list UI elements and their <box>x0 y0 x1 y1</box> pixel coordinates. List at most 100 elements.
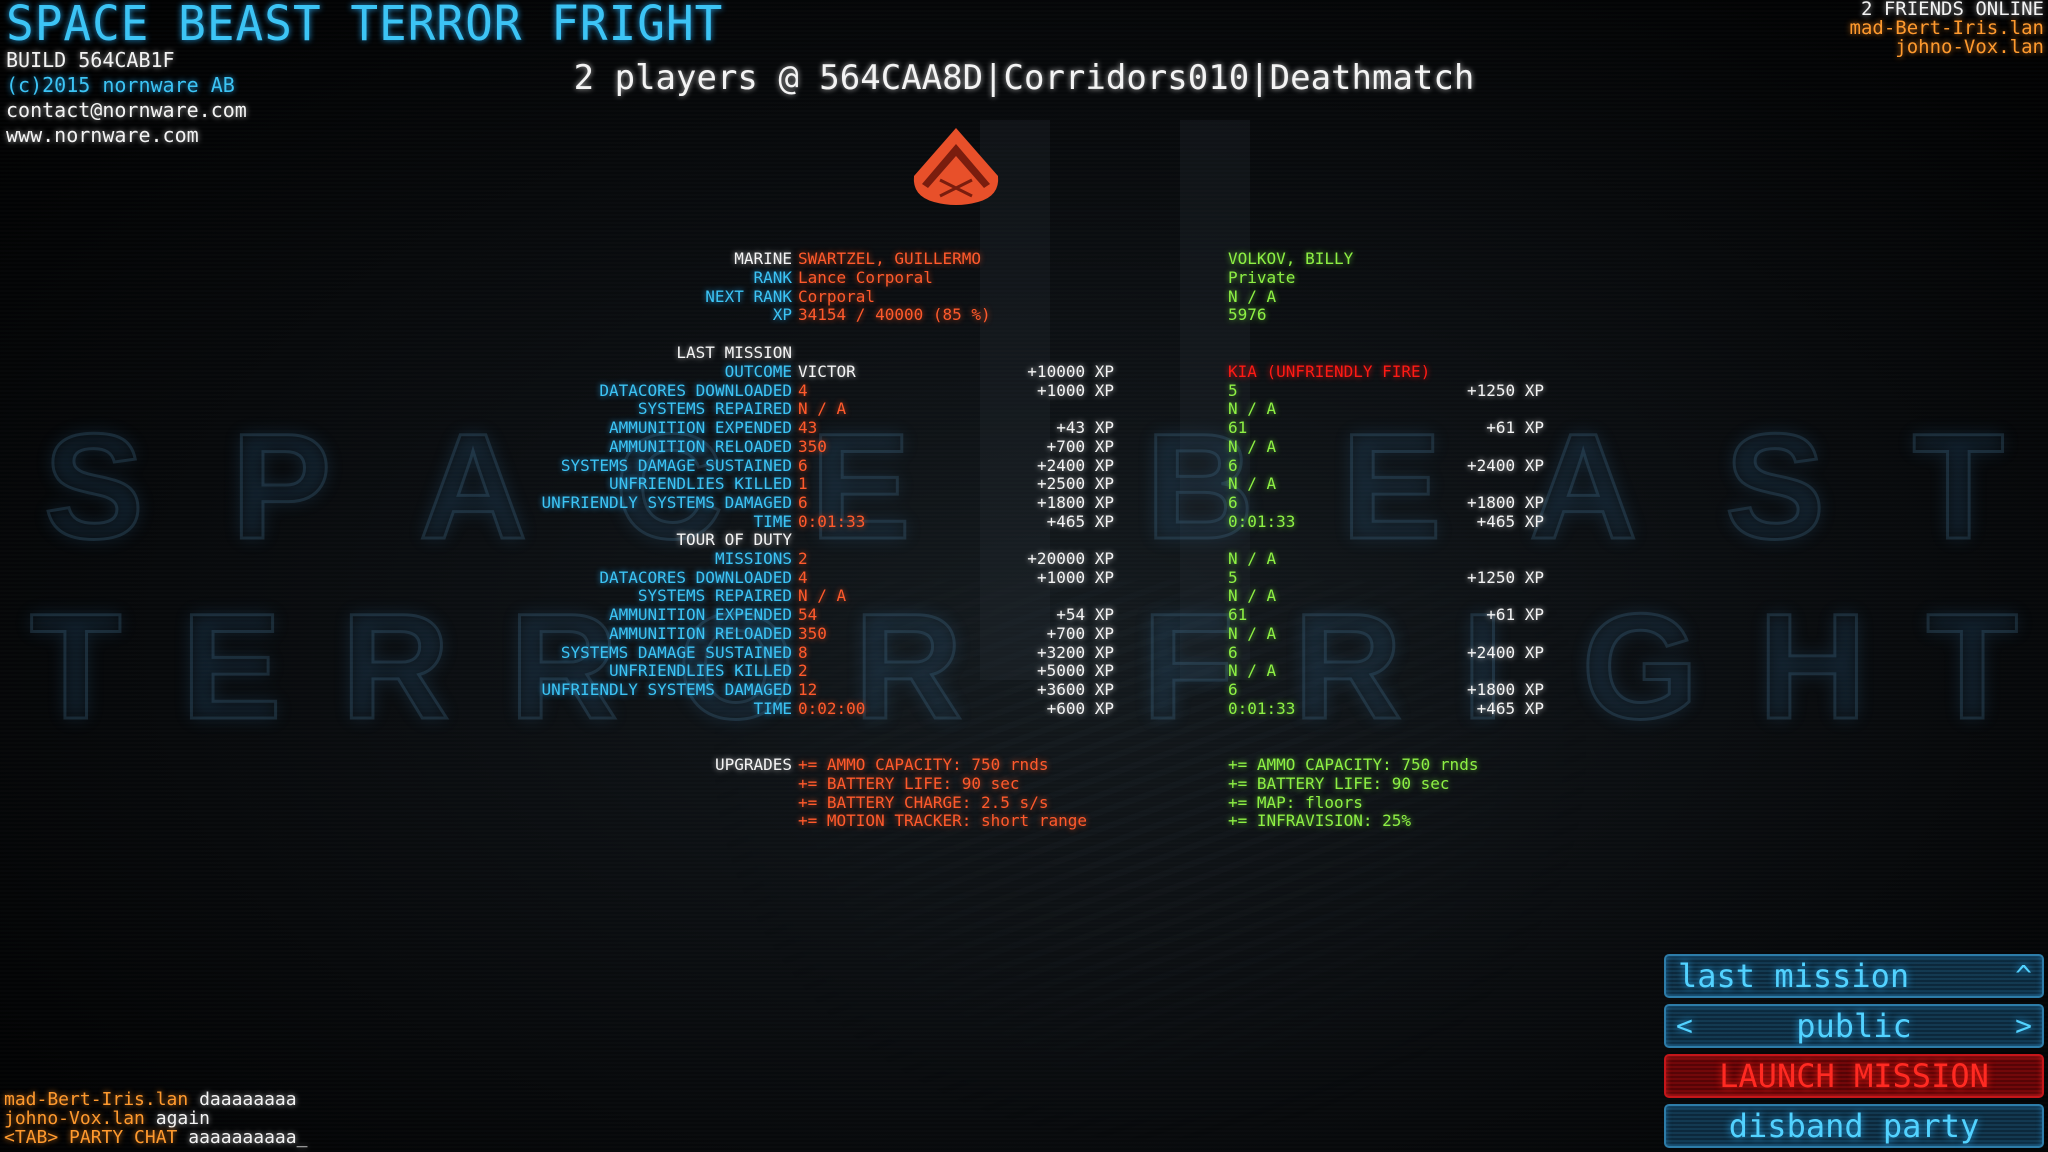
player1-xp-award: +3200 XP <box>1036 642 1114 662</box>
launch-mission-label: LAUNCH MISSION <box>1719 1057 1989 1095</box>
player1-stat-value: 0:02:00 <box>798 698 866 718</box>
stat-label: TIME <box>753 698 792 718</box>
player1-xp-award: +700 XP <box>1046 623 1114 643</box>
player2-stat-value: N / A <box>1228 399 1277 419</box>
player2-stat-value: N / A <box>1228 548 1277 568</box>
player2-xp-award: +1800 XP <box>1466 680 1544 699</box>
player1-xp-award: +2400 XP <box>1036 455 1114 475</box>
disband-party-button[interactable]: disband party <box>1664 1104 2044 1148</box>
player2-stat-value: N / A <box>1228 661 1277 681</box>
player2-stat-value: 0:01:33 <box>1228 511 1296 531</box>
friends-online-panel: 2 FRIENDS ONLINE mad-Bert-Iris.lan johno… <box>1850 0 2044 57</box>
visibility-selector[interactable]: < public > <box>1664 1004 2044 1048</box>
player1-upgrade: += MOTION TRACKER: short range <box>798 811 1087 831</box>
player2-marine: VOLKOV, BILLY <box>1228 249 1354 268</box>
player1-stat-value: VICTOR <box>798 361 856 381</box>
player1-xp-award: +1800 XP <box>1036 493 1114 512</box>
player2-stat-value: KIA (UNFRIENDLY FIRE) <box>1228 361 1431 381</box>
background-letter: R <box>340 581 451 752</box>
player1-xp-award: +2500 XP <box>1036 474 1114 494</box>
player2-stat-value: 6 <box>1228 455 1238 475</box>
player2-stat-value: 61 <box>1228 418 1248 437</box>
player1-stat-value: 2 <box>798 548 808 568</box>
stat-label: UNFRIENDLIES KILLED <box>608 474 792 494</box>
chat-message: mad-Bert-Iris.lan daaaaaaaa <box>4 1090 307 1109</box>
upgrades-title: UPGRADES <box>714 755 792 774</box>
player2-stat-value: 5 <box>1228 567 1238 587</box>
stat-label: UNFRIENDLY SYSTEMS DAMAGED <box>541 493 792 512</box>
contact-email: contact@nornware.com <box>6 98 247 122</box>
player2-xp-award: +1250 XP <box>1466 380 1544 400</box>
player1-stat-value: 8 <box>798 642 808 662</box>
player1-rank: Lance Corporal <box>798 267 933 287</box>
launch-mission-button[interactable]: LAUNCH MISSION <box>1664 1054 2044 1098</box>
player1-stat-value: 54 <box>798 605 818 624</box>
background-letter: R <box>853 581 964 752</box>
player1-xp-award: +54 XP <box>1056 605 1114 624</box>
profile-label-next-rank: NEXT RANK <box>705 286 792 306</box>
stat-label: AMMUNITION EXPENDED <box>608 418 792 437</box>
stat-label: UNFRIENDLY SYSTEMS DAMAGED <box>541 680 792 699</box>
player2-stat-value: 61 <box>1228 605 1248 624</box>
player1-stat-value: N / A <box>798 399 847 419</box>
player2-xp-award: +61 XP <box>1486 605 1544 624</box>
background-letter: E <box>180 581 283 752</box>
player1-stat-value: 6 <box>798 455 808 475</box>
background-letter: A <box>417 401 528 572</box>
caret-up-icon[interactable]: ^ <box>2015 956 2032 996</box>
background-letter: E <box>1340 401 1443 572</box>
background-letter: T <box>28 581 123 752</box>
player2-stat-value: 5 <box>1228 380 1238 400</box>
chat-input-row[interactable]: <TAB> PARTY CHAT aaaaaaaaaa_ <box>4 1128 307 1147</box>
player1-xp-award: +10000 XP <box>1027 361 1114 381</box>
player1-xp-award: +1000 XP <box>1036 567 1114 587</box>
player2-rank: Private <box>1228 267 1296 287</box>
party-chat: mad-Bert-Iris.lan daaaaaaaa johno-Vox.la… <box>4 1090 307 1147</box>
stat-label: TIME <box>753 511 792 531</box>
player2-xp: 5976 <box>1228 305 1267 325</box>
player2-stat-value: N / A <box>1228 436 1277 456</box>
stat-label: SYSTEMS REPAIRED <box>637 399 792 419</box>
stat-label: SYSTEMS DAMAGE SUSTAINED <box>560 455 792 475</box>
chat-sender: johno-Vox.lan <box>4 1108 145 1129</box>
background-letter: F <box>1141 581 1236 752</box>
background-letter: R <box>1292 581 1403 752</box>
background-letter: S <box>42 401 145 572</box>
player2-stat-value: N / A <box>1228 474 1277 494</box>
player1-stat-value: 1 <box>798 474 808 494</box>
player1-stat-value: 4 <box>798 380 808 400</box>
stat-label: AMMUNITION RELOADED <box>608 436 792 456</box>
player1-xp-award: +20000 XP <box>1027 548 1114 568</box>
chat-message: johno-Vox.lan again <box>4 1109 307 1128</box>
player1-upgrade: += BATTERY CHARGE: 2.5 s/s <box>798 792 1049 812</box>
corridor-floor-background <box>700 580 1600 1152</box>
chat-text: again <box>155 1108 210 1129</box>
player1-upgrade: += BATTERY LIFE: 90 sec <box>798 773 1020 793</box>
player1-xp-award: +600 XP <box>1046 698 1114 718</box>
player1-xp-award: +465 XP <box>1046 511 1114 531</box>
player1-xp-award: +700 XP <box>1046 436 1114 456</box>
chat-input[interactable]: aaaaaaaaaa_ <box>188 1127 307 1148</box>
background-letter: R <box>508 581 619 752</box>
mission-select-label: last mission <box>1678 957 1910 995</box>
background-letter: T <box>1925 581 2020 752</box>
stat-label: OUTCOME <box>724 361 792 381</box>
player2-next-rank: N / A <box>1228 286 1277 306</box>
profile-label-xp: XP <box>772 305 792 325</box>
player2-stat-value: N / A <box>1228 586 1277 606</box>
player1-stat-value: 12 <box>798 680 818 699</box>
player2-xp-award: +1800 XP <box>1466 493 1544 512</box>
player2-xp-award: +2400 XP <box>1466 455 1544 475</box>
background-letter: S <box>1723 401 1826 572</box>
player1-stat-value: 4 <box>798 567 808 587</box>
stat-label: SYSTEMS DAMAGE SUSTAINED <box>560 642 792 662</box>
stat-label: SYSTEMS REPAIRED <box>637 586 792 606</box>
player1-stat-value: 6 <box>798 493 808 512</box>
background-letter: T <box>1911 401 2006 572</box>
mission-select-button[interactable]: last mission ^ <box>1664 954 2044 998</box>
chevron-right-icon[interactable]: > <box>2015 1006 2032 1046</box>
background-title-line1: SPACEBEAST <box>0 400 2048 573</box>
player1-stat-value: 350 <box>798 623 827 643</box>
player1-stat-value: 0:01:33 <box>798 511 866 531</box>
player2-xp-award: +1250 XP <box>1466 567 1544 587</box>
